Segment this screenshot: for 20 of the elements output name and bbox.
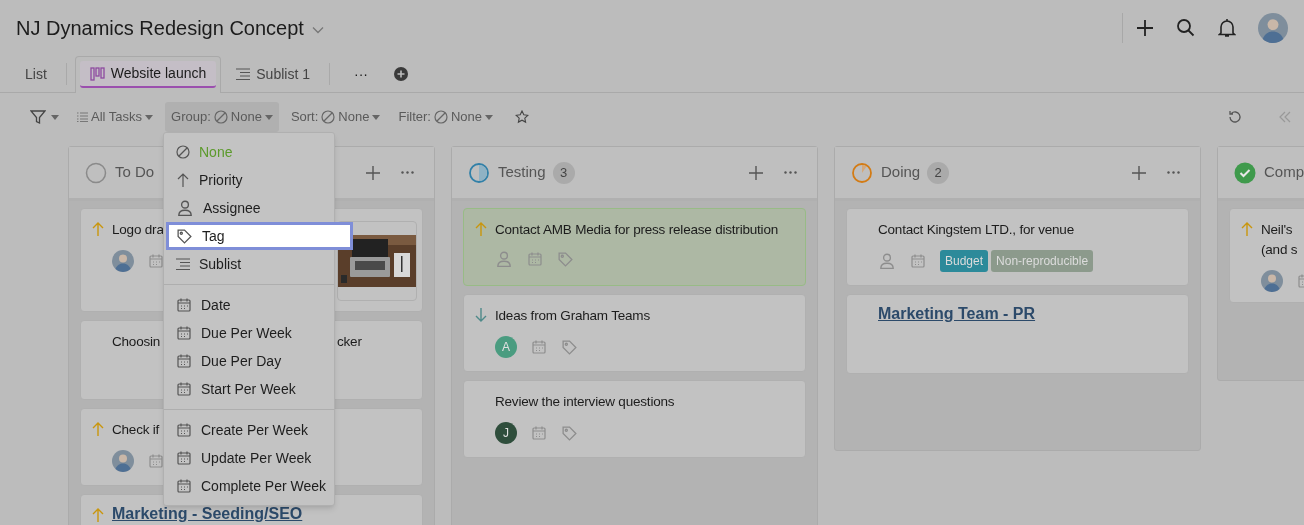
task-title: Check if — [112, 421, 160, 439]
project-title: NJ Dynamics Redesign Concept — [16, 15, 304, 41]
avatar: A — [495, 336, 517, 358]
count-badge: 2 — [927, 161, 950, 184]
tag-label: Non-reproducible — [991, 250, 1094, 272]
task-title: Review the interview questions — [495, 393, 675, 411]
task-title: Neil's (and s — [1261, 221, 1298, 259]
column-title: Testing — [498, 162, 546, 183]
task-title: Logo dra — [112, 221, 164, 239]
task-title: Choosin — [112, 333, 161, 351]
task-title: cker — [337, 333, 363, 351]
task-title: Ideas from Graham Teams — [495, 307, 650, 325]
task-title: Contact Kingstem LTD., for venue — [878, 221, 1074, 239]
tag-label: Budget — [940, 250, 989, 272]
avatar: J — [495, 422, 517, 444]
column-title: To Do — [115, 162, 155, 183]
count-badge: 3 — [552, 161, 575, 184]
column-title: Comp — [1264, 162, 1304, 183]
column-title: Doing — [881, 162, 921, 183]
task-title: Contact AMB Media for press release distribution — [495, 221, 779, 239]
